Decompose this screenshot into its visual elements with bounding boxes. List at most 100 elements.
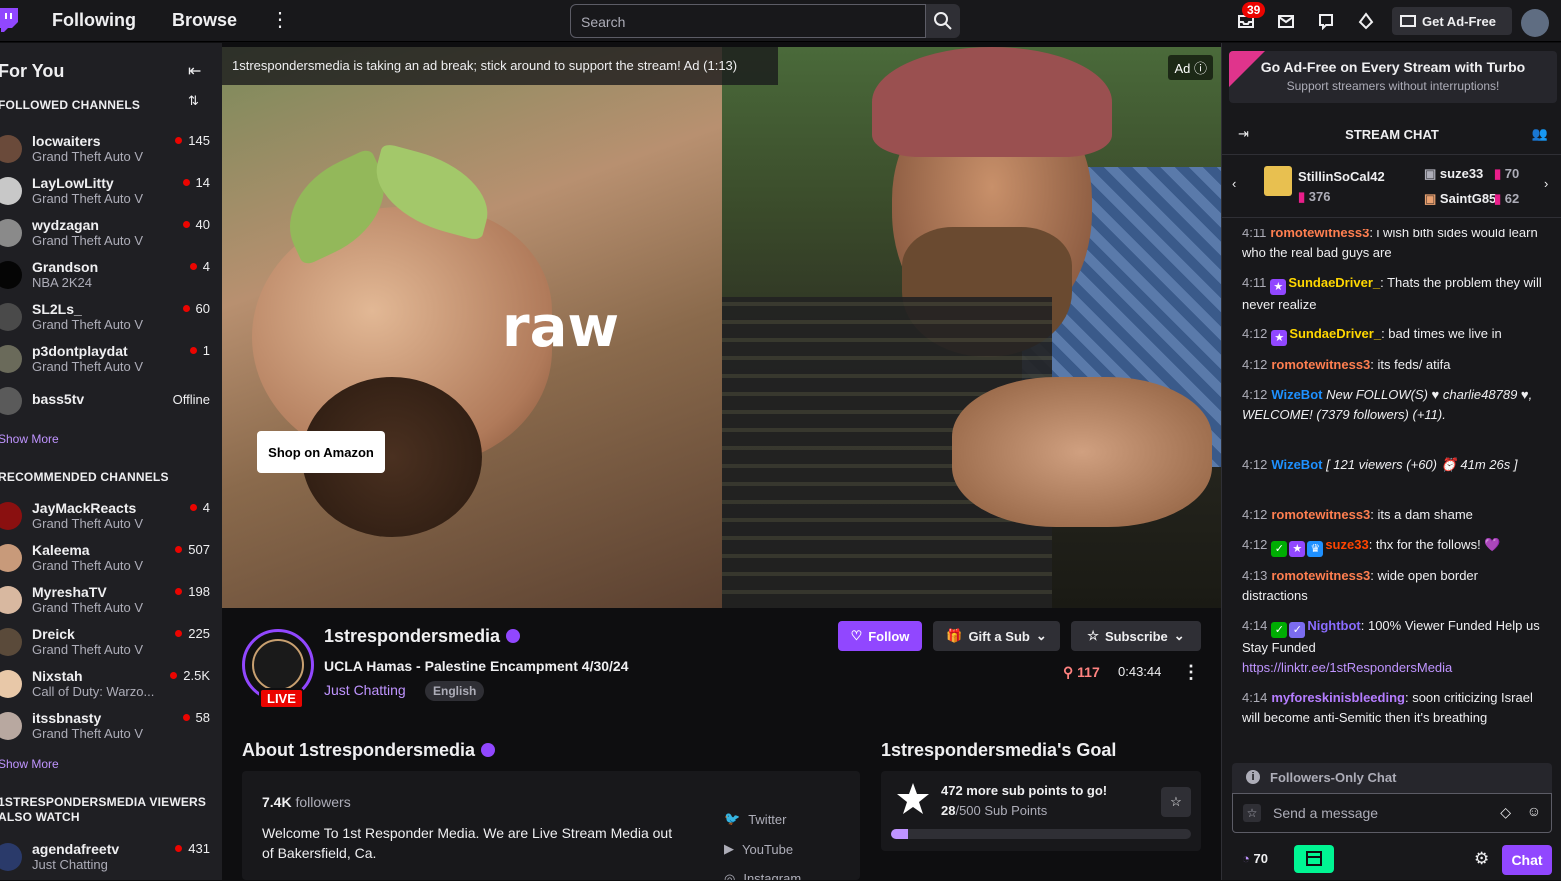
sidebar-channel-agendafreetv[interactable]: agendafreetv Just Chatting 431 xyxy=(0,839,222,881)
chat-message[interactable]: 4:11 romotewitness3: i wish bith sides wo… xyxy=(1242,229,1547,263)
gift-icon: ▣ xyxy=(1424,191,1437,206)
chat-message[interactable]: 4:13 romotewitness3: wide open border dis… xyxy=(1242,566,1547,606)
prime-badge-icon: ★ xyxy=(1270,279,1287,295)
viewer-count: ⚲ 117 xyxy=(1063,664,1100,680)
sidebar-channel-itssbnasty[interactable]: itssbnasty Grand Theft Auto V 58 xyxy=(0,708,222,750)
chat-message[interactable]: 4:12 ✓ ★ ♛ suze33: thx for the follows! 💜 xyxy=(1242,535,1547,557)
channel-name-heading[interactable]: 1strespondersmedia xyxy=(324,626,521,647)
channel-name: Grandson xyxy=(32,259,99,275)
sidebar-channel-grandson[interactable]: Grandson NBA 2K24 4 xyxy=(0,257,222,299)
chevron-down-icon: ⌄ xyxy=(1173,628,1185,643)
heart-icon: ♡ xyxy=(850,628,863,643)
twitter-icon: 🐦 xyxy=(724,811,741,826)
language-tag[interactable]: English xyxy=(425,681,485,701)
sidebar-channel-p3dontplaydat[interactable]: p3dontplaydat Grand Theft Auto V 1 xyxy=(0,341,222,383)
sub-star-icon xyxy=(897,783,929,814)
search-button[interactable] xyxy=(926,4,960,38)
leader-value: ▮ 70 xyxy=(1494,166,1520,181)
chat-message[interactable]: 4:12 ★ SundaeDriver_: bad times we live in xyxy=(1242,324,1547,346)
show-more-recommended-link[interactable]: Show More xyxy=(0,757,59,771)
chat-message[interactable]: 4:12 WizeBot [ 121 viewers (+60) ⏰ 41m 26… xyxy=(1242,455,1547,475)
sidebar-channel-nixstah[interactable]: Nixstah Call of Duty: Warzo... 2.5K xyxy=(0,666,222,708)
search-input[interactable]: Search xyxy=(570,4,926,38)
chat-message-input[interactable]: ☆ Send a message ◇ ☺ xyxy=(1232,793,1552,833)
browse-link[interactable]: Browse xyxy=(172,10,237,31)
youtube-link[interactable]: ▶ YouTube xyxy=(724,841,793,857)
video-player[interactable]: raw 1strespondersmedia is taking an ad b… xyxy=(222,47,1221,608)
sidebar-channel-wydzagan[interactable]: wydzagan Grand Theft Auto V 40 xyxy=(0,215,222,257)
messages-button[interactable] xyxy=(1275,10,1297,32)
prime-badge-icon: ★ xyxy=(1271,330,1288,346)
channel-name: itssbnasty xyxy=(32,710,102,726)
sidebar-channel-sl2ls[interactable]: SL2Ls_ Grand Theft Auto V 60 xyxy=(0,299,222,341)
twitch-logo-icon[interactable] xyxy=(0,8,18,32)
chat-message[interactable]: 4:12 romotewitness3: its a dam shame xyxy=(1242,505,1547,525)
star-icon: ☆ xyxy=(1170,794,1182,809)
sidebar-channel-myreshatv[interactable]: MyreshaTV Grand Theft Auto V 198 xyxy=(0,582,222,624)
claim-bonus-button[interactable] xyxy=(1294,845,1334,873)
leader-name[interactable]: ▣ SaintG85 xyxy=(1424,191,1496,207)
live-dot-icon xyxy=(182,179,190,186)
get-ad-free-label: Get Ad-Free xyxy=(1422,13,1496,29)
leader-name[interactable]: ▣ suze33 xyxy=(1424,166,1483,182)
show-more-followed-link[interactable]: Show More xyxy=(0,432,59,446)
live-dot-icon xyxy=(189,347,197,354)
emote-picker-icon[interactable]: ☺ xyxy=(1527,803,1541,819)
chat-message[interactable]: 4:12 WizeBot New FOLLOW(S) ♥ charlie48789… xyxy=(1242,385,1547,425)
viewer-count: 4 xyxy=(189,259,210,274)
viewer-count: 145 xyxy=(175,133,210,148)
chat-message[interactable]: 4:11 ★ SundaeDriver_: Thats the problem th… xyxy=(1242,273,1547,315)
sort-icon[interactable]: ⇅ xyxy=(188,93,199,109)
turbo-promo-banner[interactable]: Go Ad-Free on Every Stream with Turbo Su… xyxy=(1229,51,1557,103)
leader-name[interactable]: StillinSoCal42 xyxy=(1298,169,1385,184)
twitter-link[interactable]: 🐦 Twitter xyxy=(724,811,786,827)
whispers-button[interactable] xyxy=(1315,10,1337,32)
follower-count: 7.4K followers xyxy=(262,794,351,810)
community-icon[interactable]: 👥 xyxy=(1532,126,1548,142)
ad-info-tag[interactable]: Ad ⓘ xyxy=(1168,55,1213,80)
sidebar-channel-laylowlitty[interactable]: LayLowLitty Grand Theft Auto V 14 xyxy=(0,173,222,215)
channel-game: NBA 2K24 xyxy=(32,275,92,290)
chat-message[interactable]: 4:14 myforeskinisbleeding: soon criticizi… xyxy=(1242,688,1547,728)
sidebar-channel-locwaiters[interactable]: locwaiters Grand Theft Auto V 145 xyxy=(0,131,222,173)
sidebar-channel-dreick[interactable]: Dreick Grand Theft Auto V 225 xyxy=(0,624,222,666)
viewer-count: 60 xyxy=(182,301,210,316)
chevron-left-icon[interactable]: ‹ xyxy=(1232,176,1236,191)
send-chat-button[interactable]: Chat xyxy=(1502,845,1552,875)
channel-points[interactable]: ◔ 70 xyxy=(1242,851,1268,866)
verified-bot-badge-icon: ✓ xyxy=(1289,622,1306,638)
shop-on-amazon-button[interactable]: Shop on Amazon xyxy=(257,431,385,473)
stream-title: UCLA Hamas - Palestine Encampment 4/30/2… xyxy=(324,658,629,674)
goal-heading: 1strespondersmedia's Goal xyxy=(881,740,1117,760)
goal-subscribe-button[interactable]: ☆ xyxy=(1161,787,1191,817)
channel-name: wydzagan xyxy=(32,217,99,233)
sidebar-channel-bass5tv[interactable]: bass5tv Offline xyxy=(0,383,222,425)
chat-message[interactable]: 4:12 romotewitness3: its feds/ atifa xyxy=(1242,355,1547,375)
chat-link[interactable]: https://linktr.ee/1stRespondersMedia xyxy=(1242,660,1452,675)
instagram-link[interactable]: ◎ Instagram xyxy=(724,871,801,880)
follow-button[interactable]: ♡ Follow xyxy=(838,621,922,651)
gift-icon: ▮ xyxy=(1494,166,1502,181)
leader-value: ▮ 62 xyxy=(1494,191,1520,206)
more-options-icon[interactable]: ⋮ xyxy=(1182,662,1200,683)
bits-button[interactable] xyxy=(1355,10,1377,32)
more-menu-icon[interactable]: ⋮ xyxy=(270,10,290,30)
chat-message[interactable]: 4:14 ✓ ✓ Nightbot: 100% Viewer Funded Help … xyxy=(1242,616,1547,678)
stream-category-link[interactable]: Just Chatting xyxy=(324,682,406,698)
sidebar-channel-jaymackreacts[interactable]: JayMackReacts Grand Theft Auto V 4 xyxy=(0,498,222,540)
subscribe-button[interactable]: ☆ Subscribe ⌄ xyxy=(1071,621,1201,651)
emote-star-icon[interactable]: ☆ xyxy=(1243,804,1261,822)
channel-game: Grand Theft Auto V xyxy=(32,600,144,615)
collapse-sidebar-icon[interactable]: ⇤ xyxy=(188,61,201,81)
chat-settings-icon[interactable]: ⚙ xyxy=(1474,849,1489,869)
channel-game: Grand Theft Auto V xyxy=(32,233,144,248)
user-avatar[interactable] xyxy=(1521,9,1549,37)
viewer-count: 14 xyxy=(182,175,210,190)
gift-a-sub-button[interactable]: 🎁 Gift a Sub ⌄ xyxy=(933,621,1060,651)
get-ad-free-button[interactable]: Get Ad-Free xyxy=(1392,7,1512,35)
also-watch-header-line1: 1stRespondersMedia Viewers xyxy=(0,795,207,809)
sidebar-channel-kaleema[interactable]: Kaleema Grand Theft Auto V 507 xyxy=(0,540,222,582)
following-link[interactable]: Following xyxy=(52,10,136,31)
chevron-right-icon[interactable]: › xyxy=(1544,176,1548,191)
bits-diamond-icon[interactable]: ◇ xyxy=(1500,804,1511,821)
